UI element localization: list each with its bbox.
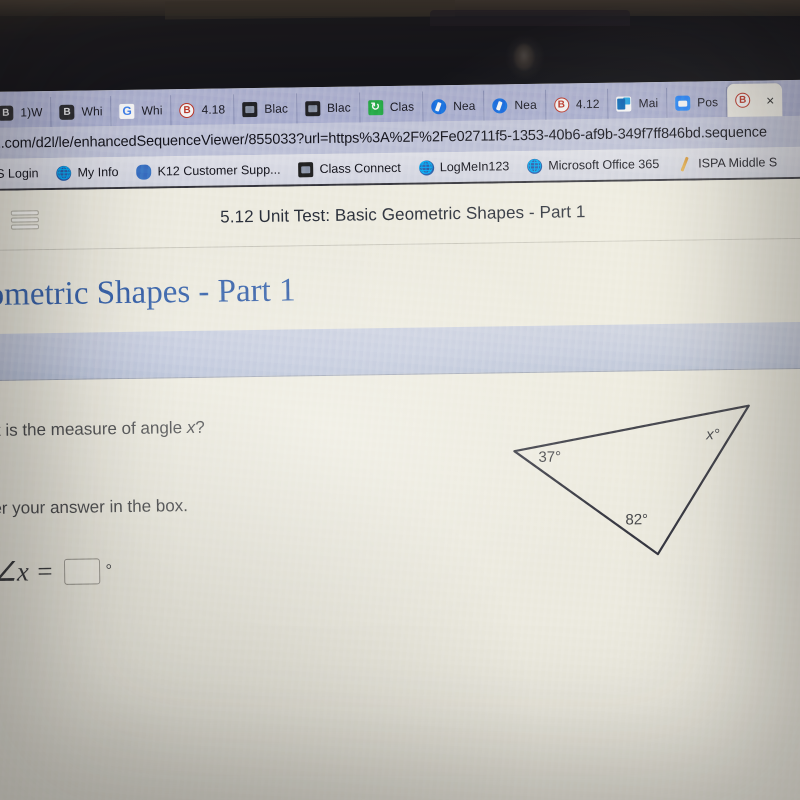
triangle-diagram: 37° 82° x° (496, 397, 779, 581)
answer-label: n∠x = (0, 556, 55, 588)
bookmark-3[interactable]: Class Connect (291, 160, 408, 177)
bookmark-4[interactable]: LogMeIn123 (412, 159, 517, 176)
triangle-svg (513, 404, 750, 556)
bookmark-0[interactable]: LS Login (0, 166, 46, 182)
browser-tab-label: Blac (264, 101, 289, 116)
browser-tab-label: Nea (514, 97, 537, 113)
question-prompt-prefix: hat is the measure of angle (0, 418, 183, 440)
page-heading: eometric Shapes - Part 1 (0, 272, 296, 314)
big-ideas-icon: B (735, 92, 751, 108)
webcam-icon (514, 44, 534, 70)
bookmark-label: ISPA Middle S (698, 155, 778, 171)
globe-icon (527, 158, 543, 174)
browser-tab-8[interactable]: Nea (484, 89, 547, 121)
browser-tab-label: 4.12 (575, 96, 600, 112)
blackboard-icon: B (0, 105, 14, 121)
browser-tab-label: Whi (141, 103, 163, 118)
bookmark-5[interactable]: Microsoft Office 365 (520, 156, 666, 174)
browser-tab-11[interactable]: Pos (666, 87, 728, 118)
browser-tab-10[interactable]: Mai (608, 87, 668, 119)
bookmark-label: LS Login (0, 166, 39, 181)
pencil-icon (677, 156, 692, 171)
browser-window: B 1)W B Whi G Whi B 4.18 Blac Blac Clas Nea Nea B 4.12… (0, 79, 800, 800)
degree-unit: ° (105, 562, 112, 579)
question-prompt-suffix: ? (195, 417, 205, 437)
angle-label-82: 82° (625, 511, 649, 529)
photo-of-laptop-screen: B 1)W B Whi G Whi B 4.18 Blac Blac Clas Nea Nea B 4.12… (0, 0, 800, 800)
globe-icon (418, 159, 434, 176)
close-icon[interactable]: × (766, 92, 774, 108)
big-ideas-icon: B (553, 96, 569, 113)
nearpod-icon (431, 98, 447, 114)
browser-tab-0[interactable]: B 1)W (0, 97, 52, 128)
blackboard-icon: B (59, 104, 75, 120)
lesson-page: eometric Shapes - Part 1 hat is the meas… (0, 238, 800, 800)
browser-tab-label: Whi (81, 104, 103, 119)
bookmark-label: My Info (77, 165, 119, 180)
browser-tab-label: Pos (697, 95, 719, 110)
browser-tab-7[interactable]: Nea (422, 90, 485, 122)
browser-tab-4[interactable]: Blac (234, 93, 298, 125)
bookmark-6[interactable]: ISPA Middle S (670, 155, 784, 172)
browser-tab-9[interactable]: B 4.12 (545, 88, 609, 120)
browser-tab-1[interactable]: B Whi (51, 96, 112, 128)
bookmark-label: Microsoft Office 365 (548, 157, 660, 173)
bezel-lip (165, 0, 455, 20)
browser-tab-6[interactable]: Clas (359, 91, 424, 123)
page-title: 5.12 Unit Test: Basic Geometric Shapes -… (220, 201, 586, 227)
globe-icon (56, 165, 72, 181)
bookmark-2[interactable]: K12 Customer Supp... (129, 162, 287, 180)
browser-tab-label: Mai (638, 96, 659, 111)
bookmark-label: LogMeIn123 (439, 159, 510, 175)
browser-tab-label: Nea (453, 98, 476, 114)
big-ideas-icon: B (179, 102, 195, 118)
browser-tab-5[interactable]: Blac (296, 92, 360, 124)
answer-input[interactable] (63, 557, 100, 585)
browser-tab-label: 4.18 (201, 102, 226, 117)
cloud-icon (136, 164, 152, 180)
browser-tab-3[interactable]: B 4.18 (171, 94, 235, 126)
bookmark-1[interactable]: My Info (49, 164, 125, 181)
zoom-icon (675, 95, 691, 111)
class-refresh-icon (367, 99, 383, 115)
monitor-icon (298, 161, 314, 177)
bookmark-label: K12 Customer Supp... (157, 162, 281, 179)
blackboard-icon (242, 101, 258, 117)
bezel-hump (430, 10, 630, 26)
google-icon: G (119, 103, 135, 119)
url-text: 12.com/d2l/le/enhancedSequenceViewer/855… (0, 123, 767, 152)
blackboard-icon (304, 100, 321, 116)
angle-label-37: 37° (538, 448, 562, 466)
browser-tab-label: 1)W (20, 105, 43, 120)
bookmark-label: Class Connect (319, 160, 401, 177)
browser-tab-12[interactable]: B × (726, 83, 783, 118)
angle-label-x: x° (706, 426, 720, 444)
browser-tab-label: Blac (326, 100, 351, 115)
browser-tab-2[interactable]: G Whi (111, 95, 172, 127)
nearpod-icon (492, 97, 508, 113)
outlook-mail-icon (616, 95, 632, 112)
browser-tab-label: Clas (389, 99, 415, 115)
